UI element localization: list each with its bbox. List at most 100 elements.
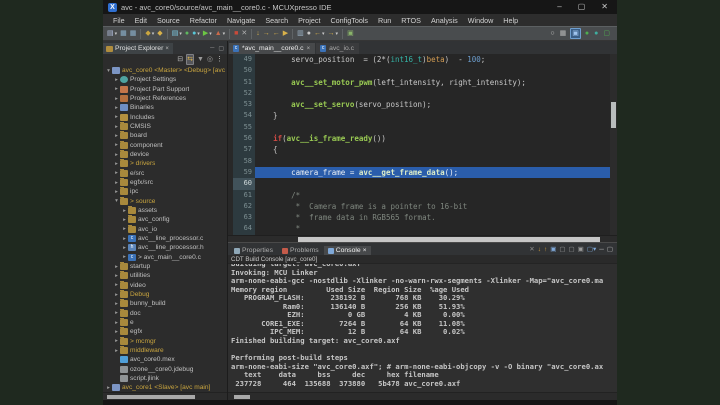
tree-item[interactable]: ▸egfx/src: [103, 178, 227, 187]
tree-item[interactable]: ▸utilities: [103, 271, 227, 280]
open-element-icon[interactable]: ▥: [296, 28, 305, 39]
new-c-file-icon[interactable]: ▤▾: [171, 28, 183, 39]
profile-icon[interactable]: ▲▾: [214, 28, 226, 39]
editor-tab[interactable]: c*avc_main__core0.c×: [229, 43, 315, 54]
menu-edit[interactable]: Edit: [130, 15, 152, 26]
explorer-hscrollbar[interactable]: [103, 392, 227, 400]
quick-search-icon[interactable]: ○: [549, 28, 555, 39]
save-all-icon[interactable]: ▦: [129, 28, 138, 39]
collapsed-arrow-icon[interactable]: ▸: [113, 189, 120, 195]
menu-source[interactable]: Source: [152, 15, 185, 26]
tree-item[interactable]: ▸Debug: [103, 290, 227, 299]
menu-run[interactable]: Run: [373, 15, 396, 26]
collapsed-arrow-icon[interactable]: ▸: [113, 273, 120, 279]
tree-item[interactable]: ▸startup: [103, 262, 227, 271]
menu-analysis[interactable]: Analysis: [426, 15, 463, 26]
tree-item[interactable]: ozone__core0.jdebug: [103, 365, 227, 374]
close-icon[interactable]: ×: [363, 247, 367, 254]
tree-item[interactable]: ▸video: [103, 281, 227, 290]
tree-item[interactable]: ▸havc__line_processor.h: [103, 243, 227, 252]
collapsed-arrow-icon[interactable]: ▸: [113, 264, 120, 270]
expanded-arrow-icon[interactable]: ▾: [113, 198, 120, 204]
ide-perspective-icon[interactable]: ●: [593, 28, 599, 39]
collapsed-arrow-icon[interactable]: ▸: [113, 96, 120, 102]
scrollbar-thumb[interactable]: [107, 395, 195, 399]
collapsed-arrow-icon[interactable]: ▸: [121, 245, 128, 251]
collapse-all-icon[interactable]: ⊟: [177, 55, 183, 64]
tree-item[interactable]: ▸avc_config: [103, 215, 227, 224]
collapsed-arrow-icon[interactable]: ▸: [113, 292, 120, 298]
menu-search[interactable]: Search: [260, 15, 293, 26]
tree-item[interactable]: ▸Binaries: [103, 103, 227, 112]
close-button[interactable]: ✕: [601, 2, 608, 12]
tree-item[interactable]: ▸bunny_build: [103, 299, 227, 308]
collapsed-arrow-icon[interactable]: ▸: [113, 142, 120, 148]
menu-navigate[interactable]: Navigate: [222, 15, 260, 26]
tree-item[interactable]: ▸Project Part Support: [103, 85, 227, 94]
tree-item[interactable]: ▸board: [103, 131, 227, 140]
code-editor[interactable]: 49505152535455565758596061626364 servo_p…: [228, 54, 617, 235]
clear-console-icon[interactable]: ▣: [550, 246, 556, 254]
menu-window[interactable]: Window: [463, 15, 499, 26]
disconnect-icon[interactable]: ✕: [240, 28, 248, 39]
collapsed-arrow-icon[interactable]: ▸: [113, 124, 120, 130]
collapsed-arrow-icon[interactable]: ▸: [113, 133, 120, 139]
scroll-lock-icon[interactable]: ▢: [559, 246, 565, 254]
collapsed-arrow-icon[interactable]: ▸: [113, 114, 120, 120]
tab-properties[interactable]: Properties: [230, 246, 277, 255]
run-icon[interactable]: ▶▾: [202, 28, 213, 39]
collapsed-arrow-icon[interactable]: ▸: [113, 77, 120, 83]
tree-item[interactable]: ▸e/src: [103, 169, 227, 178]
console-hscrollbar[interactable]: [228, 392, 617, 400]
save-icon[interactable]: ▦: [119, 28, 128, 39]
display-console-icon[interactable]: ▢▾: [587, 246, 596, 254]
scroll-to-top-icon[interactable]: ↑: [544, 246, 547, 254]
clean-icon[interactable]: ◆: [156, 28, 163, 39]
editor-vscrollbar[interactable]: [610, 54, 617, 235]
close-icon[interactable]: ×: [307, 46, 311, 52]
menu-project[interactable]: Project: [293, 15, 325, 26]
minimize-view-icon[interactable]: ─: [210, 45, 214, 52]
open-perspective-icon[interactable]: ▦: [559, 28, 568, 39]
tree-item[interactable]: ▸Includes: [103, 113, 227, 122]
collapsed-arrow-icon[interactable]: ▸: [105, 385, 112, 391]
editor-hscrollbar[interactable]: [228, 235, 617, 242]
collapsed-arrow-icon[interactable]: ▸: [121, 226, 128, 232]
scrollbar-thumb[interactable]: [234, 395, 250, 399]
tree-item[interactable]: ▸device: [103, 150, 227, 159]
collapsed-arrow-icon[interactable]: ▸: [113, 180, 120, 186]
tree-item[interactable]: ▸avc_io: [103, 225, 227, 234]
tree-item[interactable]: ▸doc: [103, 309, 227, 318]
maximize-view-icon[interactable]: ▢: [607, 246, 613, 254]
menu-help[interactable]: Help: [498, 15, 523, 26]
collapsed-arrow-icon[interactable]: ▸: [113, 86, 120, 92]
menu-refactor[interactable]: Refactor: [185, 15, 222, 26]
tree-item[interactable]: ▸cavc__line_processor.c: [103, 234, 227, 243]
resume-icon[interactable]: ▶: [282, 28, 289, 39]
tree-item[interactable]: ▸Project Settings: [103, 75, 227, 84]
collapsed-arrow-icon[interactable]: ▸: [113, 310, 120, 316]
search-toolbar-icon[interactable]: ●: [306, 28, 312, 39]
link-with-editor-icon[interactable]: ⇆: [186, 54, 194, 65]
tree-item[interactable]: ▸ipc: [103, 187, 227, 196]
tree-item[interactable]: ▾> source: [103, 197, 227, 206]
tree-item[interactable]: ▸e: [103, 318, 227, 327]
collapsed-arrow-icon[interactable]: ▸: [113, 170, 120, 176]
collapsed-arrow-icon[interactable]: ▸: [113, 152, 120, 158]
minimize-view-icon[interactable]: ─: [599, 246, 604, 254]
minimize-button[interactable]: –: [557, 2, 561, 12]
maximize-button[interactable]: ▢: [578, 2, 586, 12]
forward-icon[interactable]: →▾: [327, 28, 340, 39]
collapsed-arrow-icon[interactable]: ▸: [121, 217, 128, 223]
tab-problems[interactable]: Problems: [278, 246, 323, 255]
library-perspective-icon[interactable]: ▢: [602, 28, 611, 39]
new-wizard-icon[interactable]: ▣: [346, 28, 355, 39]
view-menu-icon[interactable]: ⋮: [216, 55, 223, 64]
scrollbar-thumb[interactable]: [611, 102, 616, 128]
step-into-icon[interactable]: ↓: [255, 28, 261, 39]
tree-item[interactable]: ▸c> avc_main__core0.c: [103, 253, 227, 262]
close-icon[interactable]: ×: [165, 46, 169, 52]
step-return-icon[interactable]: ←: [272, 28, 281, 39]
last-edit-icon[interactable]: ←▾: [313, 28, 326, 39]
maximize-view-icon[interactable]: ▢: [218, 45, 224, 52]
